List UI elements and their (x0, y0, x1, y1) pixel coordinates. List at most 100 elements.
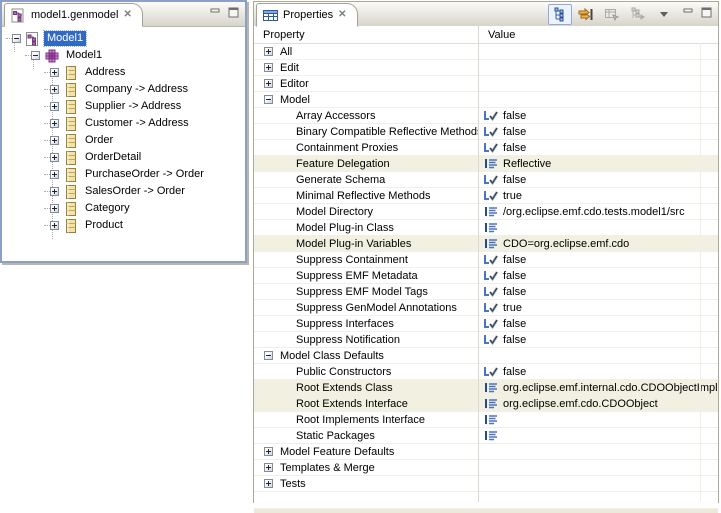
property-row[interactable]: Minimal Reflective Methods true (254, 188, 718, 204)
property-row[interactable]: Edit (254, 60, 718, 76)
property-value-cell[interactable] (478, 412, 718, 427)
category-expander[interactable] (264, 463, 273, 472)
property-row[interactable]: Root Extends Interface org.eclipse.emf.c… (254, 396, 718, 412)
pin-to-selection-button[interactable] (626, 4, 650, 25)
property-row[interactable]: Model Directory /org.eclipse.emf.cdo.tes… (254, 204, 718, 220)
tree-expander[interactable] (50, 85, 59, 94)
tree-expander[interactable] (50, 221, 59, 230)
property-value-cell[interactable]: true (478, 300, 718, 315)
tree-expander[interactable] (12, 34, 21, 43)
tree-item[interactable]: Customer -> Address (2, 115, 245, 132)
tree-item[interactable]: Company -> Address (2, 81, 245, 98)
property-row[interactable]: Editor (254, 76, 718, 92)
minimize-icon[interactable] (681, 6, 696, 19)
property-row[interactable]: Root Implements Interface (254, 412, 718, 428)
property-row[interactable]: Templates & Merge (254, 460, 718, 476)
tree-expander[interactable] (50, 68, 59, 77)
tree-item[interactable]: OrderDetail (2, 149, 245, 166)
property-value-cell[interactable]: Reflective (478, 156, 718, 171)
property-value-cell[interactable] (478, 476, 718, 491)
tree-expander[interactable] (50, 136, 59, 145)
property-row[interactable]: All (254, 44, 718, 60)
property-value-cell[interactable]: org.eclipse.emf.internal.cdo.CDOObjectIm… (478, 380, 718, 395)
property-value-cell[interactable]: false (478, 364, 718, 379)
property-value-cell[interactable]: false (478, 316, 718, 331)
property-value-cell[interactable]: CDO=org.eclipse.emf.cdo (478, 236, 718, 251)
property-value-cell[interactable]: true (478, 188, 718, 203)
category-expander[interactable] (264, 351, 273, 360)
property-row[interactable]: Binary Compatible Reflective Methods fal… (254, 124, 718, 140)
property-row[interactable]: Containment Proxies false (254, 140, 718, 156)
show-advanced-properties-button[interactable] (574, 4, 598, 25)
tree-expander[interactable] (50, 170, 59, 179)
category-expander[interactable] (264, 447, 273, 456)
category-expander[interactable] (264, 79, 273, 88)
tree-expander[interactable] (50, 153, 59, 162)
property-row[interactable]: Suppress GenModel Annotations true (254, 300, 718, 316)
category-expander[interactable] (264, 95, 273, 104)
maximize-icon[interactable] (226, 6, 241, 19)
property-row[interactable]: Suppress Notification false (254, 332, 718, 348)
tree-expander[interactable] (50, 119, 59, 128)
tree-item[interactable]: SalesOrder -> Order (2, 183, 245, 200)
property-row[interactable]: Public Constructors false (254, 364, 718, 380)
tree-expander[interactable] (50, 102, 59, 111)
tree-item[interactable]: Model1 (2, 30, 245, 47)
property-value-cell[interactable]: false (478, 332, 718, 347)
property-value-cell[interactable]: /org.eclipse.emf.cdo.tests.model1/src (478, 204, 718, 219)
property-value-cell[interactable]: false (478, 284, 718, 299)
close-icon[interactable]: ✕ (123, 10, 131, 20)
property-value-cell[interactable]: false (478, 172, 718, 187)
tree-item[interactable]: Category (2, 200, 245, 217)
tree-item[interactable]: Address (2, 64, 245, 81)
property-value-cell[interactable] (478, 76, 718, 91)
property-value-cell[interactable]: false (478, 268, 718, 283)
view-menu-icon[interactable] (660, 12, 668, 17)
property-value-cell[interactable] (478, 220, 718, 235)
category-expander[interactable] (264, 47, 273, 56)
restore-default-value-button[interactable] (600, 4, 624, 25)
property-value-cell[interactable] (478, 428, 718, 443)
property-value-cell[interactable] (478, 44, 718, 59)
property-value-cell[interactable] (478, 444, 718, 459)
property-value-cell[interactable]: false (478, 108, 718, 123)
tree-expander[interactable] (50, 204, 59, 213)
category-expander[interactable] (264, 63, 273, 72)
property-value-cell[interactable]: org.eclipse.emf.cdo.CDOObject (478, 396, 718, 411)
property-row[interactable]: Model Plug-in Variables CDO=org.eclipse.… (254, 236, 718, 252)
tab-model1-genmodel[interactable]: model1.genmodel ✕ (4, 3, 143, 27)
tree-item[interactable]: PurchaseOrder -> Order (2, 166, 245, 183)
property-row[interactable]: Model Class Defaults (254, 348, 718, 364)
property-row[interactable]: Suppress EMF Metadata false (254, 268, 718, 284)
column-resize-handle[interactable] (478, 26, 479, 502)
tree-expander[interactable] (31, 51, 40, 60)
property-row[interactable]: Suppress Containment false (254, 252, 718, 268)
property-value-cell[interactable] (478, 460, 718, 475)
property-row[interactable]: Static Packages (254, 428, 718, 444)
property-row[interactable]: Suppress Interfaces false (254, 316, 718, 332)
tree-item[interactable]: Order (2, 132, 245, 149)
property-value-cell[interactable]: false (478, 252, 718, 267)
close-icon[interactable]: ✕ (338, 10, 346, 20)
property-row[interactable]: Model (254, 92, 718, 108)
category-expander[interactable] (264, 479, 273, 488)
property-row[interactable]: Suppress EMF Model Tags false (254, 284, 718, 300)
property-value-cell[interactable] (478, 348, 718, 363)
minimize-icon[interactable] (208, 6, 223, 19)
property-row[interactable]: Feature Delegation Reflective (254, 156, 718, 172)
tab-properties[interactable]: Properties ✕ (256, 3, 358, 27)
tree-item[interactable]: Model1 (2, 47, 245, 64)
property-value-cell[interactable] (478, 92, 718, 107)
property-row[interactable]: Generate Schema false (254, 172, 718, 188)
property-row[interactable]: Root Extends Class org.eclipse.emf.inter… (254, 380, 718, 396)
property-row[interactable]: Tests (254, 476, 718, 492)
property-value-cell[interactable] (478, 60, 718, 75)
tree-expander[interactable] (50, 187, 59, 196)
tree-item[interactable]: Supplier -> Address (2, 98, 245, 115)
property-row[interactable]: Model Feature Defaults (254, 444, 718, 460)
property-row[interactable]: Array Accessors false (254, 108, 718, 124)
tree-item[interactable]: Product (2, 217, 245, 234)
maximize-icon[interactable] (699, 6, 714, 19)
property-row[interactable]: Model Plug-in Class (254, 220, 718, 236)
property-value-cell[interactable]: false (478, 140, 718, 155)
